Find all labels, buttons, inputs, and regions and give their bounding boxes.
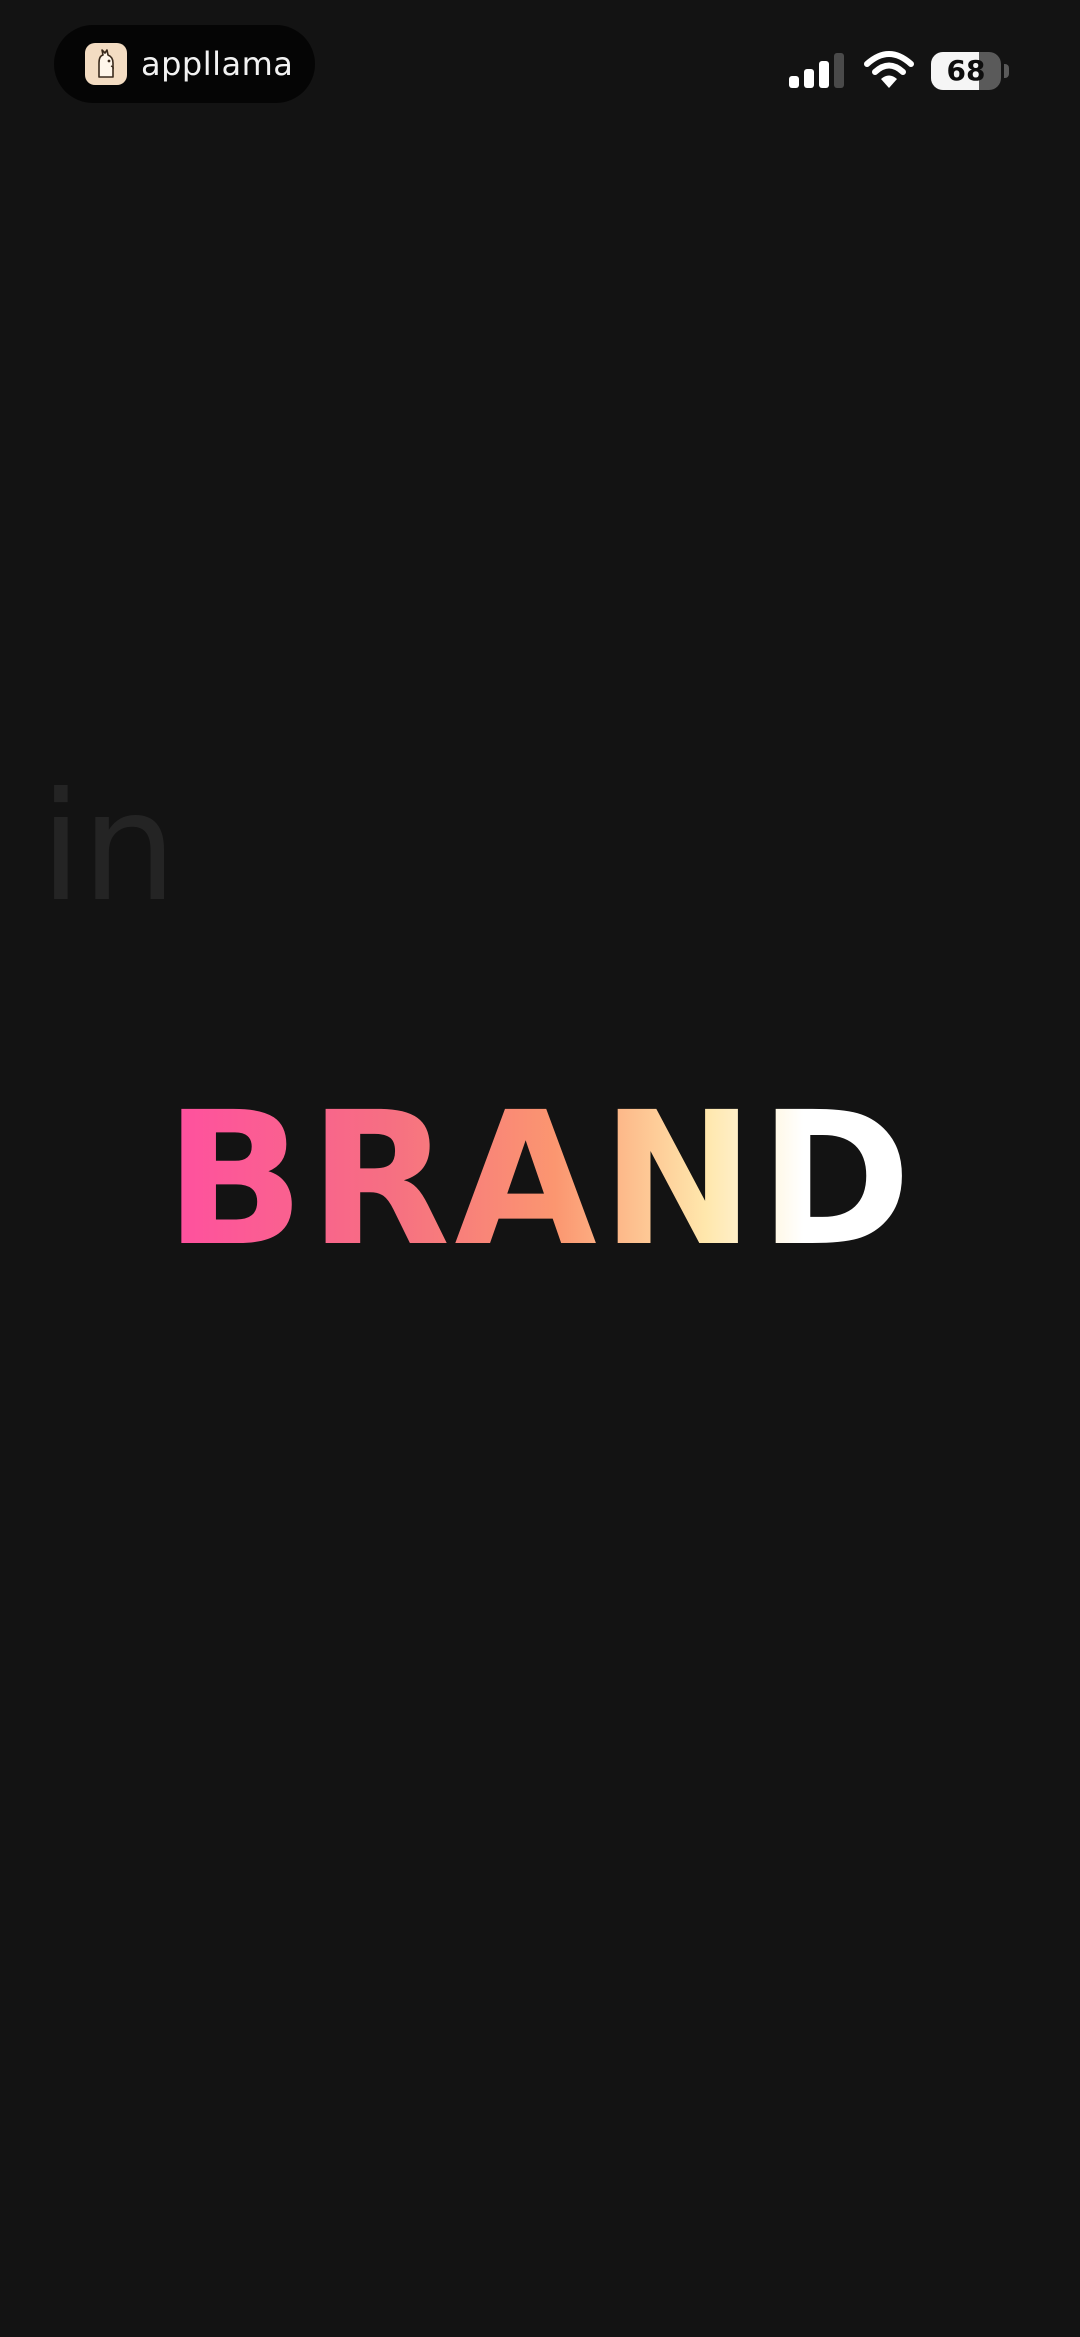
battery-nub bbox=[1004, 64, 1009, 78]
app-name: appllama bbox=[141, 45, 294, 83]
battery-body: 68 bbox=[931, 52, 1001, 90]
faded-word: in bbox=[40, 761, 177, 935]
battery-level: 68 bbox=[946, 54, 986, 87]
llama-icon bbox=[85, 43, 127, 85]
hero-title: BRAND bbox=[0, 1080, 1080, 1280]
wifi-icon bbox=[864, 51, 914, 88]
status-bar: appllama 68 bbox=[0, 0, 1080, 140]
hero-word: BRAND bbox=[164, 1073, 916, 1287]
screen-recording-pill[interactable]: appllama bbox=[54, 25, 315, 103]
battery-icon: 68 bbox=[931, 52, 1009, 90]
cellular-signal-icon bbox=[789, 53, 844, 88]
